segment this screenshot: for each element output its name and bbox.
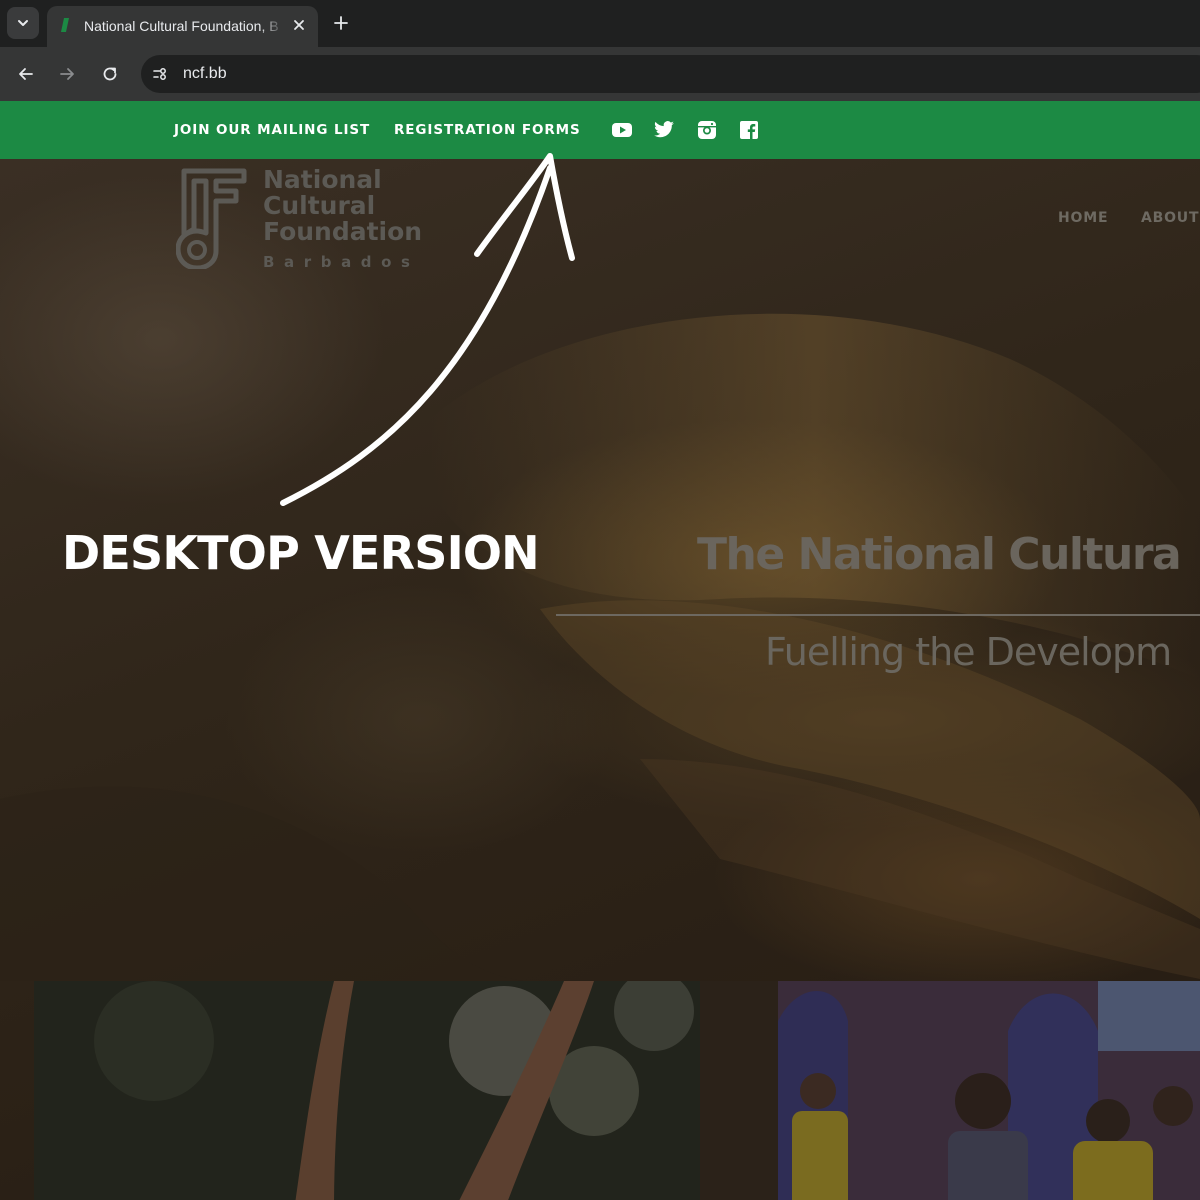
photo-card-performers[interactable] <box>778 981 1200 1200</box>
close-icon <box>294 20 304 30</box>
reload-button[interactable] <box>95 59 125 89</box>
instagram-icon[interactable] <box>696 119 718 141</box>
ncf-logo-mark-icon <box>176 168 247 269</box>
nav-about[interactable]: ABOUT <box>1141 209 1199 227</box>
tab-title: National Cultural Foundation, B <box>84 18 279 34</box>
annotation-label: DESKTOP VERSION <box>62 526 540 580</box>
chevron-down-icon <box>18 20 28 26</box>
hero-section: National Cultural Foundation Barbados HO… <box>0 159 1200 1200</box>
browser-tab[interactable]: National Cultural Foundation, B <box>47 6 318 47</box>
twitter-icon[interactable] <box>653 119 675 141</box>
hero-subtitle: Fuelling the Developm <box>765 630 1172 674</box>
forward-arrow-icon <box>60 68 74 80</box>
registration-forms-link[interactable]: REGISTRATION FORMS <box>394 121 581 139</box>
mailing-list-link[interactable]: JOIN OUR MAILING LIST <box>174 121 370 139</box>
performers-photo <box>778 981 1200 1200</box>
hero-divider <box>556 614 1200 616</box>
dancer-photo <box>34 981 700 1200</box>
forward-button[interactable] <box>52 59 82 89</box>
plus-icon <box>334 16 348 30</box>
tab-title-fade <box>260 14 284 38</box>
site-info-button[interactable] <box>145 59 175 89</box>
url-text: ncf.bb <box>183 65 227 82</box>
reload-icon <box>103 67 117 81</box>
annotation-arrow-icon <box>280 153 575 506</box>
back-arrow-icon <box>19 68 33 80</box>
photo-card-dancer[interactable] <box>34 981 700 1200</box>
browser-toolbar: ncf.bb <box>0 47 1200 101</box>
hero-title: The National Cultura <box>697 529 1182 580</box>
photo-gap <box>700 981 778 1200</box>
ncf-favicon-icon <box>61 18 69 32</box>
new-tab-button[interactable] <box>328 10 354 36</box>
youtube-icon[interactable] <box>611 119 633 141</box>
site-top-bar: JOIN OUR MAILING LIST REGISTRATION FORMS <box>0 101 1200 159</box>
address-bar[interactable]: ncf.bb <box>141 55 1200 93</box>
facebook-icon[interactable] <box>738 119 760 141</box>
browser-tab-strip: National Cultural Foundation, B <box>0 0 1200 47</box>
tune-icon <box>153 68 166 80</box>
nav-home[interactable]: HOME <box>1058 209 1108 227</box>
back-button[interactable] <box>11 59 41 89</box>
tab-close-button[interactable] <box>289 15 309 35</box>
tab-search-button[interactable] <box>7 7 39 39</box>
